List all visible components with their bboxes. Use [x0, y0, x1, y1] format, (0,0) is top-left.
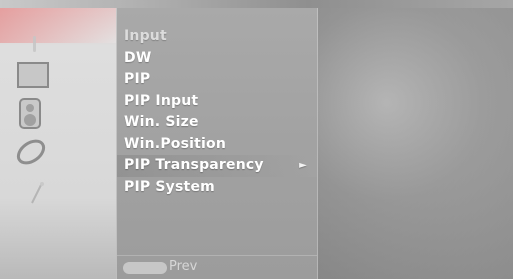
menu-item-label: PIP System — [124, 178, 215, 195]
menu-list: Input DW PIP PIP Input Win. Size Win.Pos… — [117, 26, 317, 198]
menu-item-pip[interactable]: PIP — [117, 69, 317, 91]
menu-item-win-size[interactable]: Win. Size — [117, 112, 317, 134]
menu-item-pip-input[interactable]: PIP Input — [117, 91, 317, 113]
pip-menu: Input DW PIP PIP Input Win. Size Win.Pos… — [116, 8, 318, 279]
menu-item-input[interactable]: Input — [117, 26, 317, 48]
menu-footer: Prev — [117, 255, 317, 280]
menu-item-win-position[interactable]: Win.Position — [117, 134, 317, 156]
speaker-icon[interactable] — [18, 97, 42, 130]
menu-item-label: DW — [124, 49, 152, 66]
line-icon[interactable] — [33, 36, 36, 52]
background-shade — [318, 8, 513, 279]
submenu-arrow-icon: ► — [299, 160, 307, 171]
menu-item-dw[interactable]: DW — [117, 48, 317, 70]
menu-item-pip-transparency[interactable]: PIP Transparency ► — [117, 155, 317, 177]
menu-item-pip-system[interactable]: PIP System — [117, 177, 317, 199]
prev-label: Prev — [169, 259, 198, 274]
wand-icon[interactable] — [29, 181, 45, 205]
menu-item-label: PIP Input — [124, 92, 199, 109]
menu-item-label: PIP — [124, 71, 151, 87]
menu-item-label: Win.Position — [124, 135, 227, 152]
menu-item-label: Win. Size — [124, 114, 199, 130]
disc-icon[interactable] — [16, 137, 46, 167]
menu-item-label: PIP Transparency — [124, 157, 264, 173]
menu-item-label: Input — [124, 28, 167, 44]
prev-button[interactable] — [123, 262, 167, 274]
screen-icon[interactable] — [17, 62, 49, 88]
category-sidebar — [0, 8, 116, 279]
